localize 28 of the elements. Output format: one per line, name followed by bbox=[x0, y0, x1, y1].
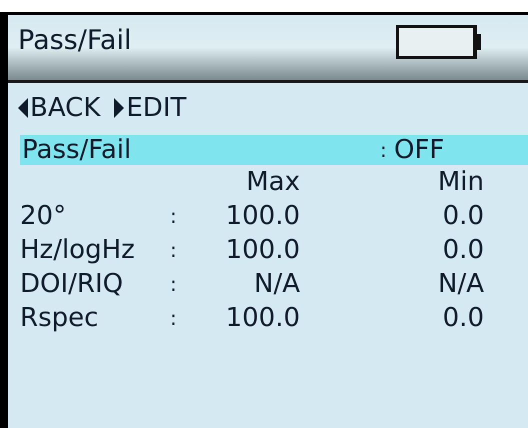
softkey-button[interactable]: EDIT bbox=[114, 92, 186, 124]
max-cell-text: 100.0 bbox=[224, 302, 300, 335]
column-header: Max bbox=[245, 166, 300, 199]
row-separator: : bbox=[170, 271, 178, 298]
setting-separator: : bbox=[380, 137, 388, 164]
max-cell-text: 100.0 bbox=[224, 234, 300, 267]
row-label: DOI/RIQ bbox=[20, 268, 124, 301]
max-cell-text: 100.0 bbox=[224, 200, 300, 233]
row-label: Rspec bbox=[20, 302, 100, 335]
setting-value: OFF bbox=[394, 135, 444, 165]
row-label: 20° bbox=[20, 200, 68, 233]
max-cell-text: N/A bbox=[253, 268, 300, 301]
row-separator: : bbox=[170, 305, 178, 332]
right-arrow-icon bbox=[114, 98, 124, 118]
screen-title: Pass/Fail bbox=[18, 24, 132, 58]
min-cell-text: 0.0 bbox=[442, 302, 484, 335]
setting-label: Pass/Fail bbox=[21, 135, 132, 165]
column-header: Min bbox=[436, 166, 484, 199]
row-separator: : bbox=[170, 203, 178, 230]
min-cell-text: N/A bbox=[437, 268, 484, 301]
setting-row[interactable]: Pass/Fail : OFF bbox=[20, 135, 528, 165]
row-label: Hz/logHz bbox=[20, 234, 136, 267]
left-arrow-icon bbox=[18, 98, 28, 118]
row-separator: : bbox=[170, 237, 178, 264]
min-cell-text: 0.0 bbox=[442, 234, 484, 267]
battery-icon bbox=[396, 25, 482, 59]
softkey-button[interactable]: BACK bbox=[18, 92, 100, 124]
min-cell-text: 0.0 bbox=[442, 200, 484, 233]
